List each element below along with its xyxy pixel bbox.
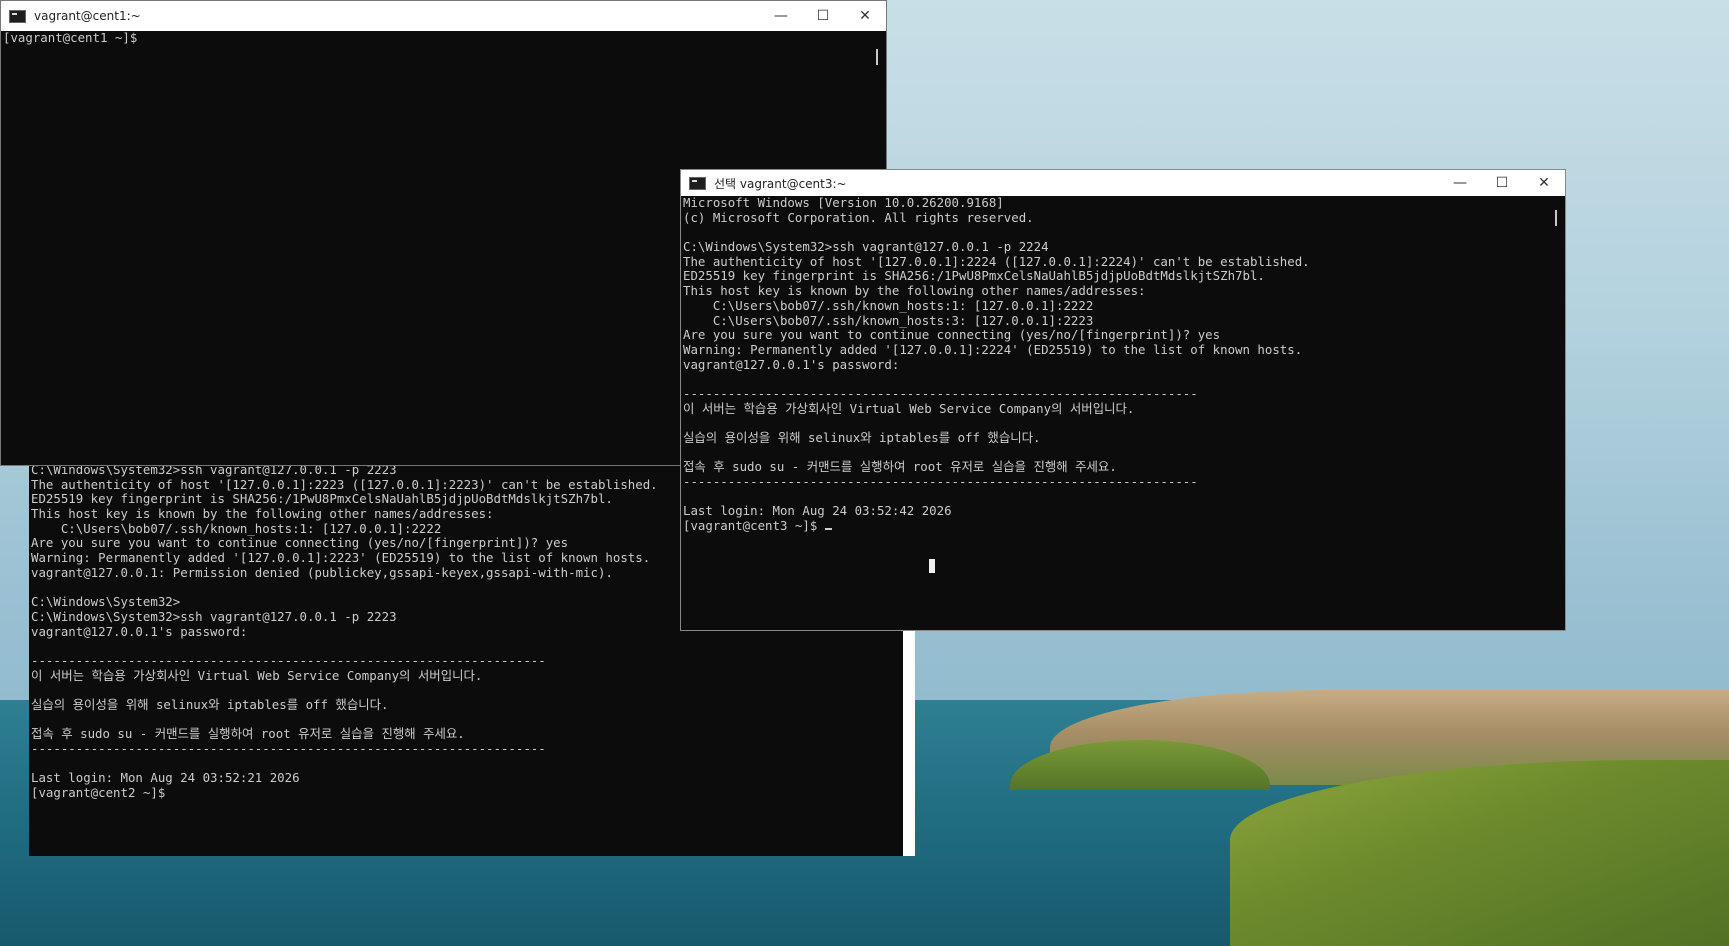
- terminal-line: 접속 후 sudo su - 커맨드를 실행하여 root 유저로 실습을 진행…: [683, 460, 1117, 475]
- terminal-line: [vagrant@cent1 ~]$: [3, 31, 138, 45]
- mouse-ibeam-cursor: [929, 559, 935, 573]
- terminal-line: ED25519 key fingerprint is SHA256:/1PwU8…: [683, 269, 1265, 284]
- text-cursor: [824, 528, 832, 531]
- terminal-line: Last login: Mon Aug 24 03:52:21 2026: [31, 771, 300, 786]
- maximize-button[interactable]: ☐: [802, 1, 844, 31]
- terminal-line: 이 서버는 학습용 가상회사인 Virtual Web Service Comp…: [683, 401, 1135, 416]
- maximize-button[interactable]: ☐: [1481, 170, 1523, 196]
- terminal-line: [vagrant@cent3 ~]$: [683, 519, 1563, 534]
- terminal-line: Warning: Permanently added '[127.0.0.1]:…: [683, 342, 1303, 357]
- minimize-button[interactable]: —: [760, 1, 802, 31]
- terminal-app-icon: [689, 176, 706, 190]
- terminal-line: ----------------------------------------…: [683, 475, 1198, 490]
- window-title-cent3: 선택 vagrant@cent3:~: [714, 176, 847, 191]
- close-button[interactable]: ✕: [1523, 170, 1565, 196]
- scroll-thumb[interactable]: [1555, 210, 1557, 226]
- terminal-line: [vagrant@cent2 ~]$: [31, 786, 166, 801]
- terminal-line: (c) Microsoft Corporation. All rights re…: [683, 210, 1034, 225]
- terminal-line: 실습의 용이성을 위해 selinux와 iptables를 off 했습니다.: [31, 698, 389, 712]
- terminal-line: This host key is known by the following …: [683, 284, 1146, 299]
- terminal-line: ----------------------------------------…: [683, 386, 1198, 401]
- terminal-line: Are you sure you want to continue connec…: [683, 328, 1221, 343]
- terminal-line: C:\Users\bob07/.ssh/known_hosts:3: [127.…: [683, 313, 1094, 328]
- terminal-line: Microsoft Windows [Version 10.0.26200.91…: [683, 196, 1004, 210]
- terminal-line: ----------------------------------------…: [31, 653, 546, 668]
- terminal-line: 실습의 용이성을 위해 selinux와 iptables를 off 했습니다.: [683, 431, 1041, 445]
- terminal-app-icon: [9, 9, 26, 23]
- terminal-line: ----------------------------------------…: [31, 742, 546, 757]
- scroll-thumb[interactable]: [876, 49, 878, 65]
- terminal-line: 접속 후 sudo su - 커맨드를 실행하여 root 유저로 실습을 진행…: [31, 727, 465, 742]
- terminal-window-cent3[interactable]: 선택 vagrant@cent3:~ — ☐ ✕ Microsoft Windo…: [680, 169, 1566, 631]
- terminal-line: vagrant@127.0.0.1's password:: [683, 357, 900, 372]
- minimize-button[interactable]: —: [1439, 170, 1481, 196]
- terminal-line: Last login: Mon Aug 24 03:52:42 2026: [683, 504, 952, 519]
- title-bar-cent3[interactable]: 선택 vagrant@cent3:~ — ☐ ✕: [681, 170, 1565, 196]
- terminal-line: C:\Windows\System32>ssh vagrant@127.0.0.…: [683, 240, 1049, 255]
- terminal-line: C:\Users\bob07/.ssh/known_hosts:1: [127.…: [683, 298, 1094, 313]
- window-title-cent1: vagrant@cent1:~: [34, 9, 141, 23]
- title-bar-cent1[interactable]: vagrant@cent1:~ — ☐ ✕: [1, 1, 886, 31]
- terminal-line: 이 서버는 학습용 가상회사인 Virtual Web Service Comp…: [31, 668, 483, 683]
- terminal-output-cent3[interactable]: Microsoft Windows [Version 10.0.26200.91…: [681, 196, 1565, 630]
- scrollbar-cent3[interactable]: [1547, 196, 1565, 630]
- close-button[interactable]: ✕: [844, 1, 886, 31]
- terminal-line: The authenticity of host '[127.0.0.1]:22…: [683, 254, 1310, 269]
